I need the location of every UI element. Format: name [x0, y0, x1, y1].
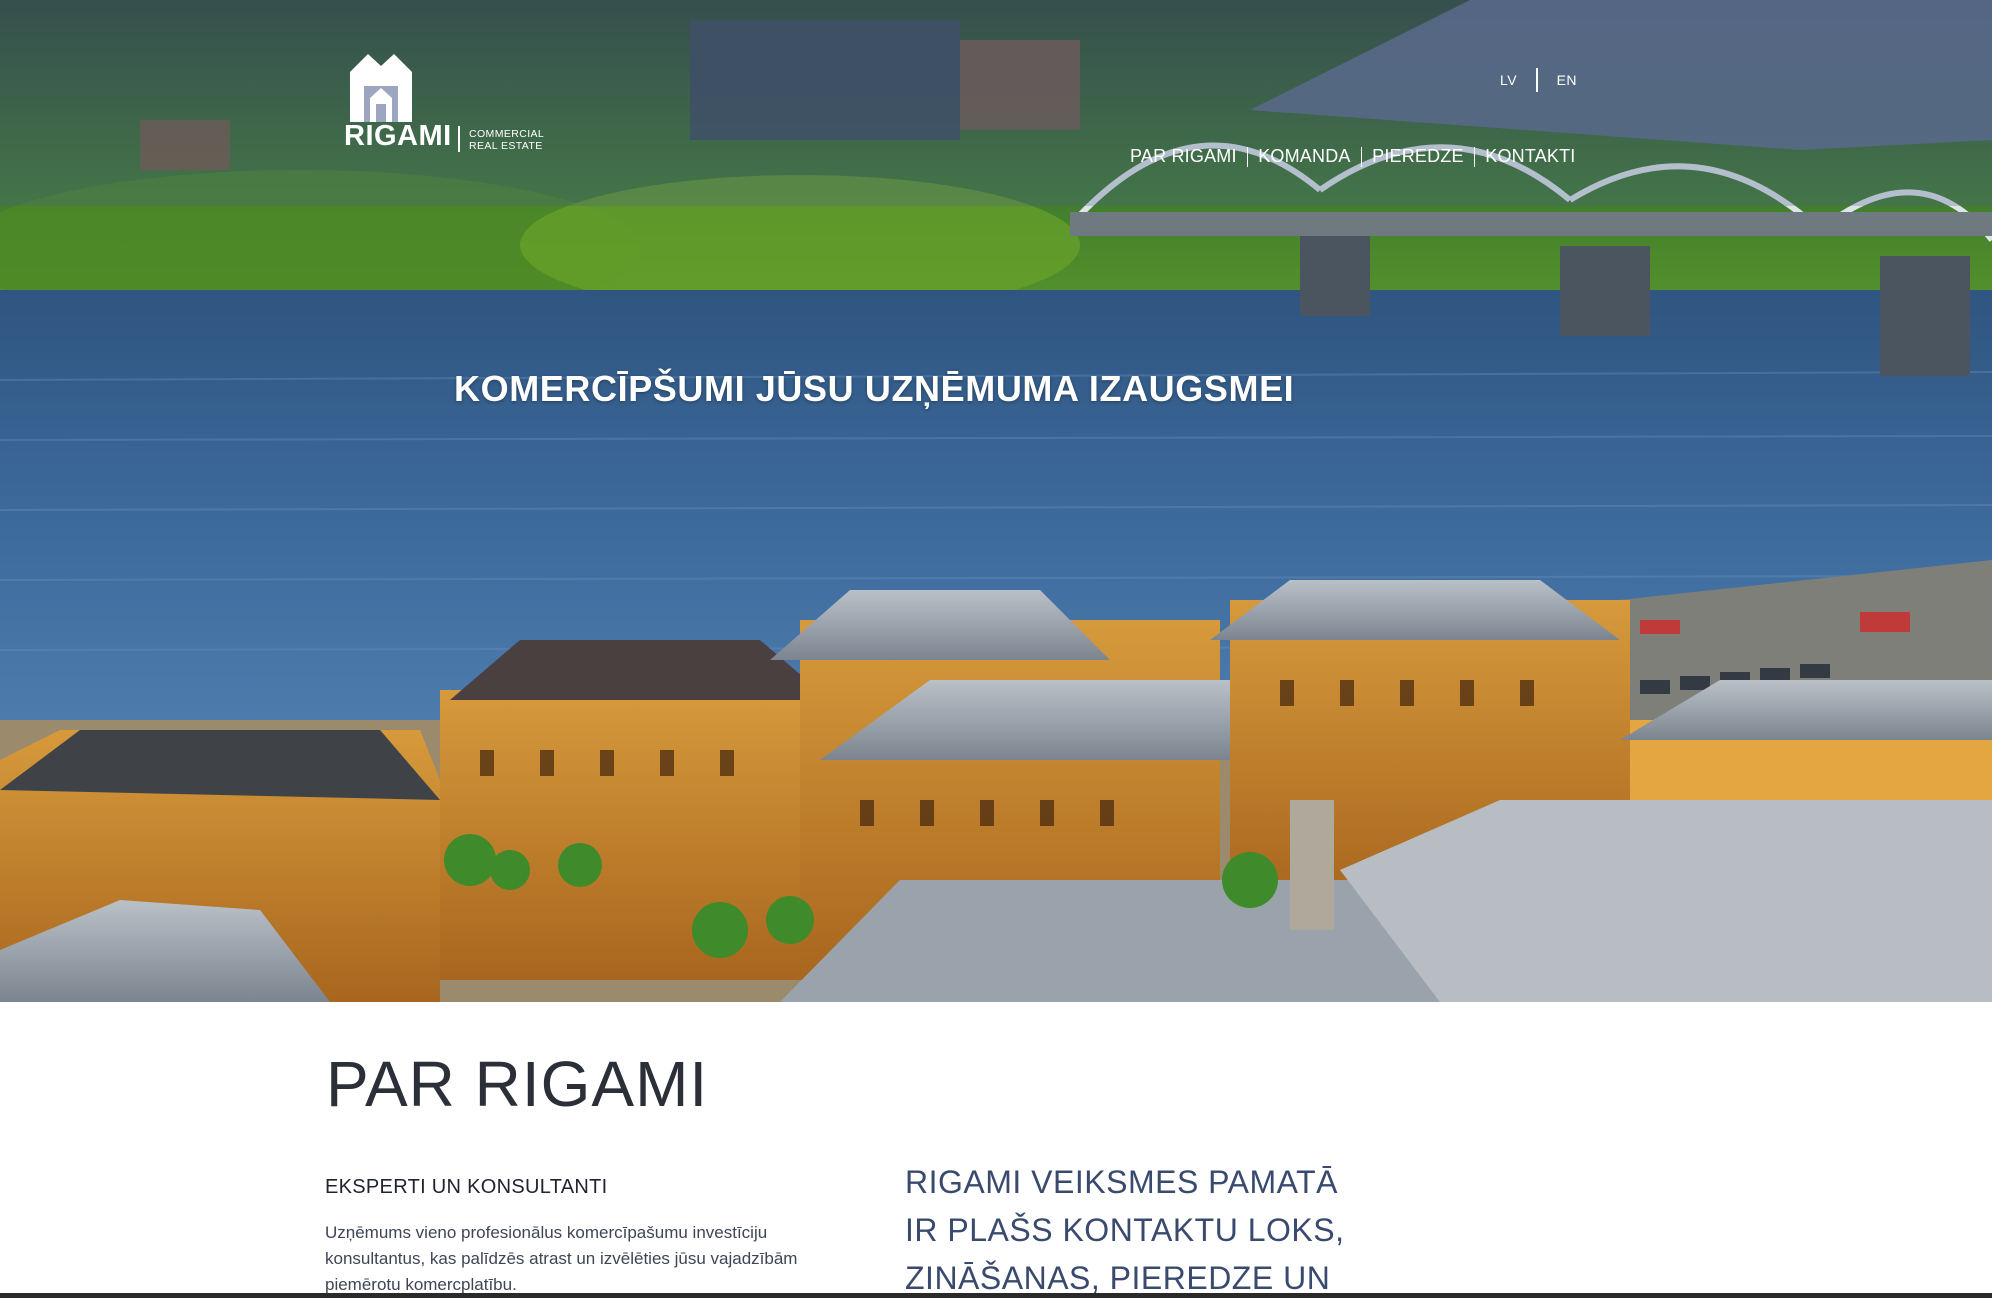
hero-section: RIGAMI COMMERCIAL REAL ESTATE LV EN PAR … — [0, 0, 1992, 1002]
nav-divider — [1473, 146, 1476, 167]
lang-divider — [1536, 68, 1538, 92]
about-heading: PAR RIGAMI — [326, 1048, 709, 1120]
about-subheading: EKSPERTI UN KONSULTANTI — [325, 1176, 608, 1198]
nav-kontakti[interactable]: KONTAKTI — [1485, 146, 1575, 167]
house-logo-icon — [350, 54, 412, 122]
nav-divider — [1360, 146, 1363, 167]
brand-tagline-line1: COMMERCIAL — [469, 128, 545, 140]
language-switch: LV EN — [1500, 68, 1577, 92]
brand-tagline: COMMERCIAL REAL ESTATE — [469, 128, 544, 152]
lang-en-link[interactable]: EN — [1557, 72, 1577, 88]
nav-komanda[interactable]: KOMANDA — [1258, 146, 1350, 167]
header-overlay — [0, 0, 1992, 206]
bottom-border — [0, 1293, 1992, 1298]
main-nav: PAR RIGAMI KOMANDA PIEREDZE KONTAKTI — [1130, 146, 1576, 167]
about-lead-text: RIGAMI VEIKSMES PAMATĀ IR PLAŠS KONTAKTU… — [905, 1164, 1345, 1296]
nav-pieredze[interactable]: PIEREDZE — [1372, 146, 1464, 167]
nav-par-rigami[interactable]: PAR RIGAMI — [1130, 146, 1237, 167]
logo-divider — [458, 126, 460, 152]
about-section: PAR RIGAMI EKSPERTI UN KONSULTANTI Uzņēm… — [0, 1002, 1992, 1298]
page: RIGAMI COMMERCIAL REAL ESTATE LV EN PAR … — [0, 0, 1992, 1298]
brand-tagline-line2: REAL ESTATE — [469, 140, 543, 152]
nav-divider — [1246, 146, 1249, 167]
rigami-logo[interactable]: RIGAMI COMMERCIAL REAL ESTATE — [344, 50, 554, 160]
about-body-text: Uzņēmums vieno profesionālus komercīpašu… — [325, 1223, 798, 1294]
lang-lv-link[interactable]: LV — [1500, 72, 1517, 88]
brand-name: RIGAMI — [344, 120, 452, 152]
hero-title: KOMERCĪPŠUMI JŪSU UZŅĒMUMA IZAUGSMEI — [454, 368, 1295, 410]
